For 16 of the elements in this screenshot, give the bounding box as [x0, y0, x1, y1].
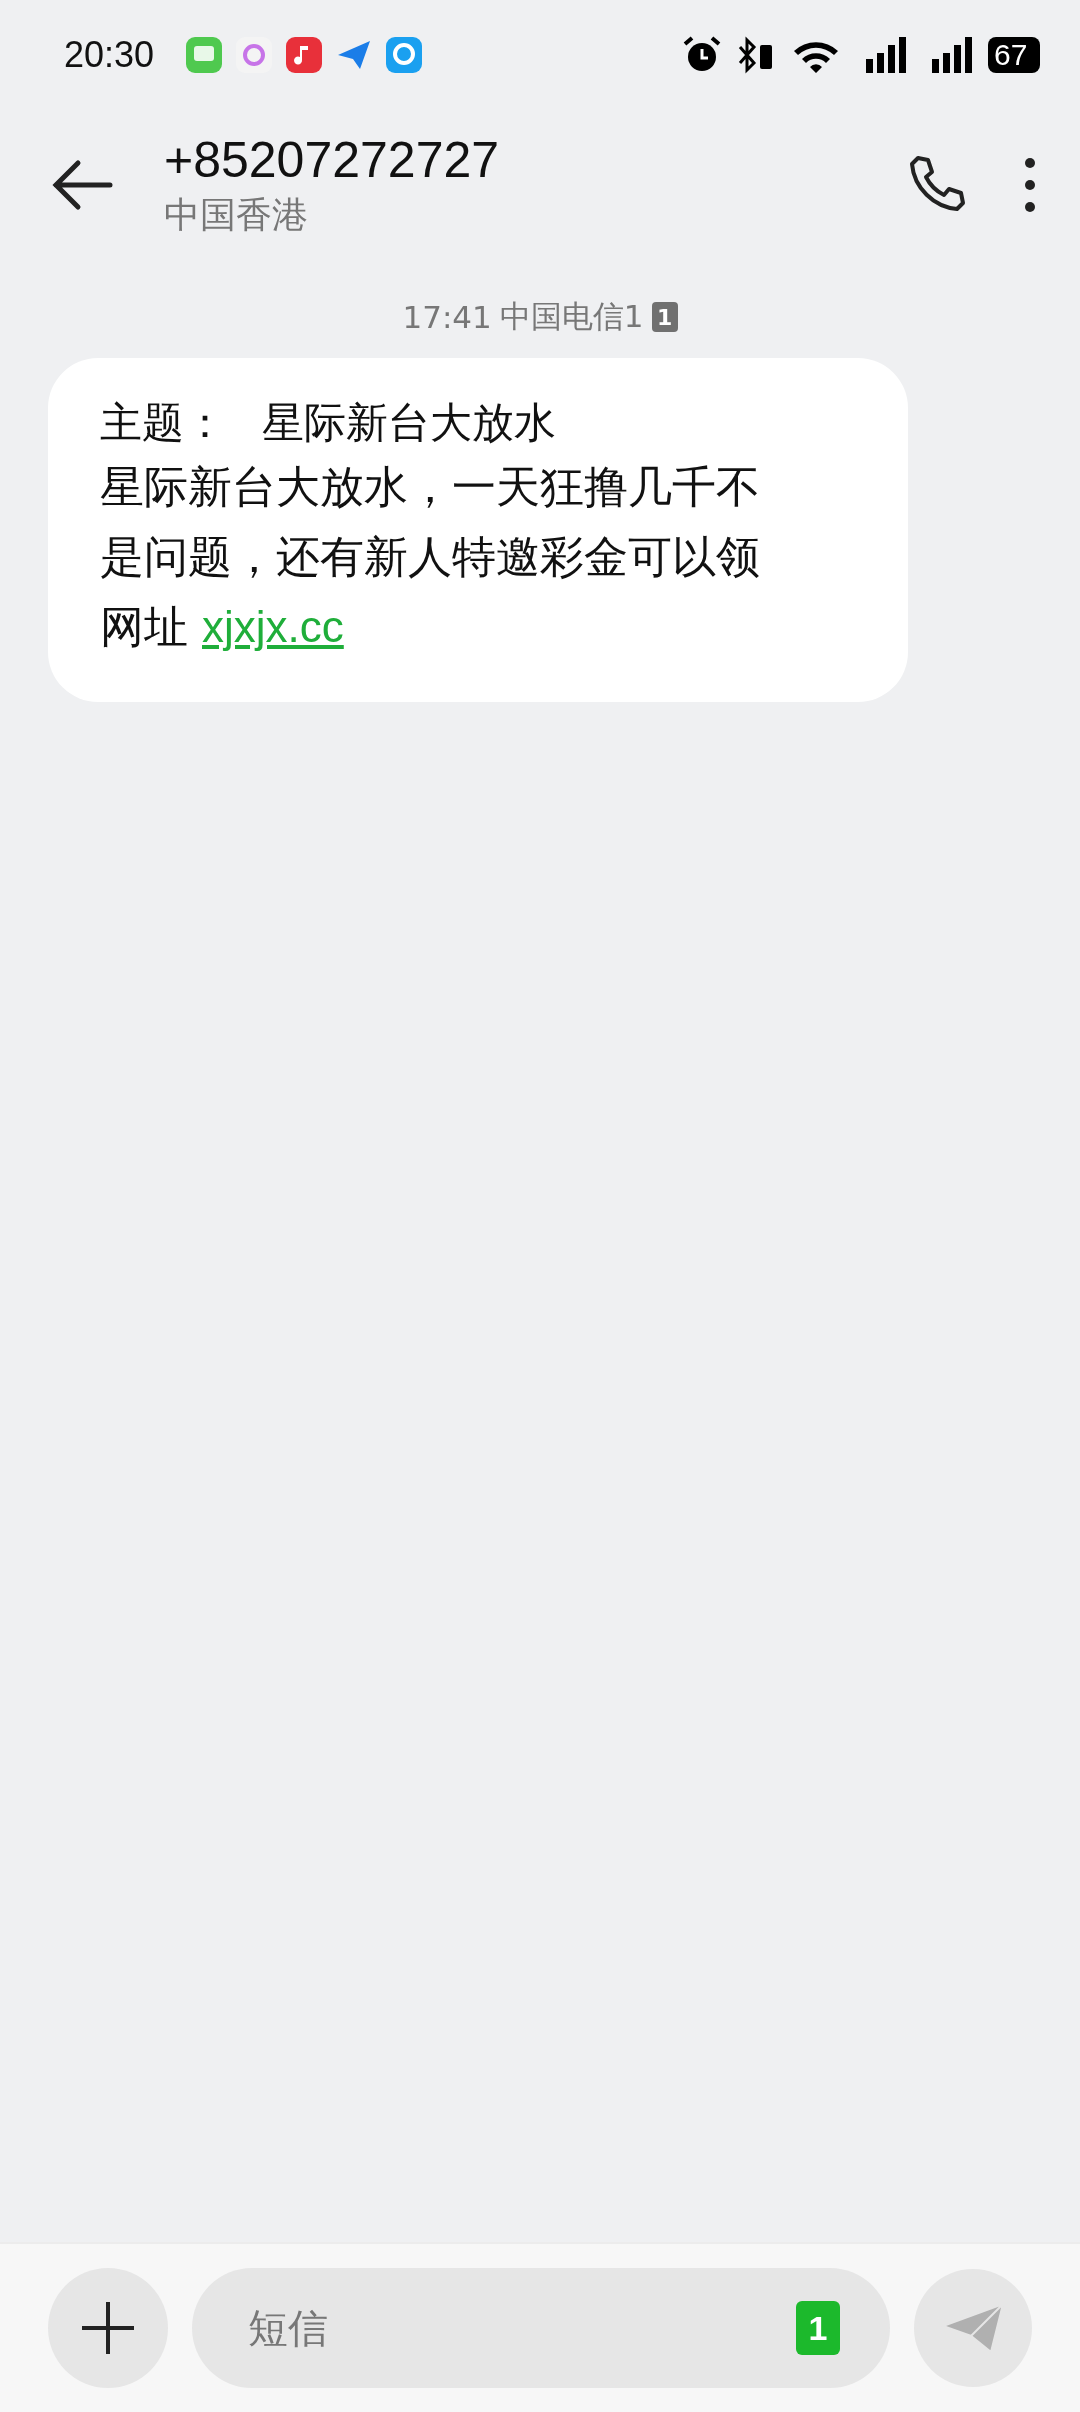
subject-label: 主题：	[100, 397, 226, 449]
contact-number: +85207272727	[164, 130, 501, 189]
status-time: 20:30	[64, 34, 155, 76]
browser-app-icon	[386, 37, 423, 73]
chat-app-icon	[186, 37, 223, 73]
battery-level: 67	[988, 37, 1040, 73]
message-text: 星际新台大放水，一天狂撸几千不是问题，还有新人特邀彩金可以领网址 xjxjx.cc	[100, 460, 761, 654]
sim-badge[interactable]: 1	[796, 2301, 840, 2355]
carrier-name: 中国电信1	[499, 297, 644, 336]
sim-badge: 1	[651, 302, 678, 332]
message-subject: 星际新台大放水	[262, 397, 556, 449]
message-link[interactable]: xjxjx.cc	[202, 602, 344, 651]
message-timestamp: 17:41	[402, 299, 492, 335]
music-app-icon	[286, 37, 323, 73]
contact-region: 中国香港	[164, 192, 309, 237]
message-input-field[interactable]: 短信 1	[192, 2268, 890, 2388]
